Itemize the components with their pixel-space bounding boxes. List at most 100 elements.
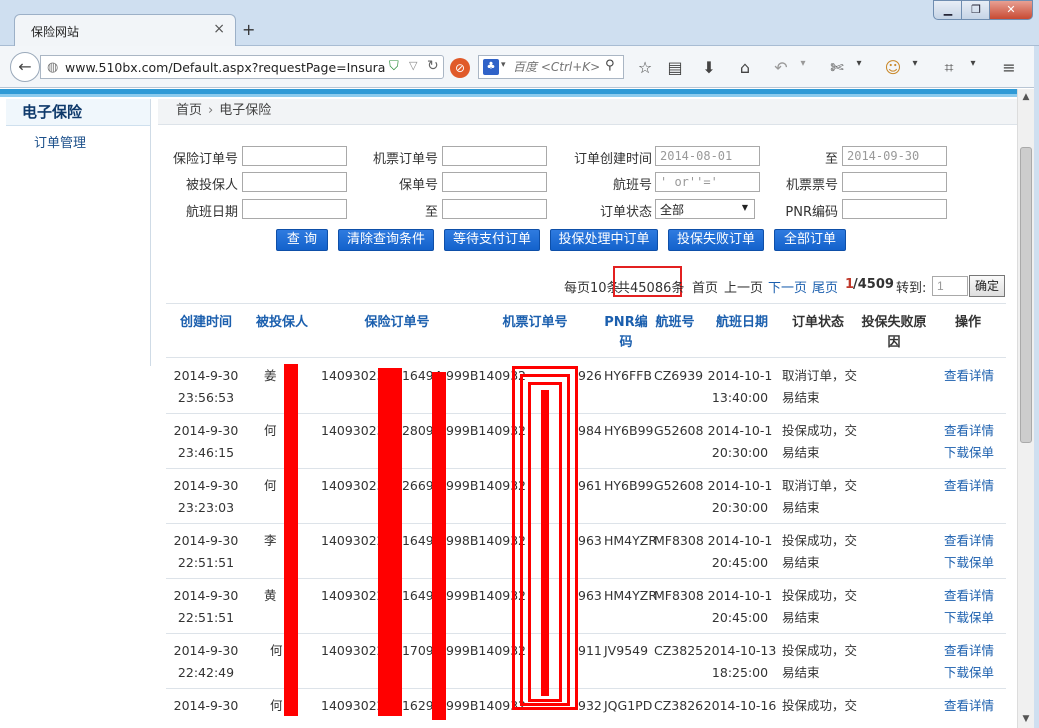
cell-tkt-b: 984	[578, 423, 602, 438]
ticket-no-input[interactable]	[842, 172, 947, 192]
all-orders-button[interactable]: 全部订单	[774, 229, 846, 251]
ticket-order-input[interactable]	[442, 146, 547, 166]
crop-dropdown-icon[interactable]: ▾	[962, 58, 984, 69]
cell-flight-date: 2014-10-1	[707, 478, 773, 493]
sidebar-item-order-management[interactable]: 订单管理	[6, 132, 150, 151]
download-policy-link[interactable]: 下载保单	[944, 442, 994, 464]
pnr-input[interactable]	[842, 199, 947, 219]
cell-date: 2014-9-30	[173, 423, 239, 438]
pager-last[interactable]: 尾页	[812, 277, 838, 296]
failed-orders-button[interactable]: 投保失败订单	[668, 229, 764, 251]
header-insured[interactable]: 被投保人	[250, 313, 314, 333]
cell-date: 2014-9-30	[173, 643, 239, 658]
browser-tab[interactable]: 保险网站 ×	[14, 14, 236, 46]
cell-ins-c: 999B14093	[446, 478, 519, 493]
search-bar[interactable]: ♣ ▾ ⚲	[478, 55, 624, 79]
cell-flight: G52608	[654, 423, 704, 438]
extension-dropdown-icon[interactable]: ▾	[848, 58, 870, 69]
download-policy-link[interactable]: 下载保单	[944, 552, 994, 574]
url-text[interactable]: www.510bx.com/Default.aspx?requestPage=I…	[65, 60, 385, 75]
cell-time: 23:56:53	[177, 390, 235, 405]
pnr-label: PNR编码	[785, 205, 838, 220]
view-details-link[interactable]: 查看详情	[944, 365, 994, 387]
order-status-value: 全部	[660, 203, 685, 217]
download-policy-link[interactable]: 下载保单	[944, 662, 994, 684]
undo-dropdown-icon[interactable]: ▾	[792, 58, 814, 69]
undo-icon[interactable]: ↶	[770, 58, 792, 77]
header-created[interactable]: 创建时间	[174, 313, 238, 333]
home-icon[interactable]: ⌂	[734, 58, 756, 77]
insurance-order-input[interactable]	[242, 146, 347, 166]
tab-close-icon[interactable]: ×	[213, 21, 225, 37]
cell-flight: MF8308	[654, 533, 704, 548]
page-scrollbar[interactable]: ▲ ▼	[1017, 89, 1034, 728]
order-created-to-input[interactable]	[842, 146, 947, 166]
flight-date-from-input[interactable]	[242, 199, 347, 219]
cell-status: 取消订单，交易结束	[782, 368, 858, 405]
insurance-order-label: 保险订单号	[172, 152, 238, 167]
policy-no-input[interactable]	[442, 172, 547, 192]
goto-page-input[interactable]	[932, 276, 968, 296]
maximize-button[interactable]: ❐	[961, 0, 991, 20]
to-label-created: 至	[824, 152, 838, 167]
smiley-icon[interactable]: ☺	[882, 58, 904, 77]
pager-total-pages: /4509	[853, 277, 894, 292]
back-arrow-icon[interactable]: ←	[10, 52, 40, 82]
magnifier-icon[interactable]: ⚲	[605, 58, 615, 73]
view-details-link[interactable]: 查看详情	[944, 420, 994, 442]
engine-dropdown-icon[interactable]: ▾	[501, 60, 506, 70]
smiley-dropdown-icon[interactable]: ▾	[904, 58, 926, 69]
cell-insured: 何	[264, 423, 277, 438]
url-bar[interactable]: ◍ www.510bx.com/Default.aspx?requestPage…	[40, 55, 444, 79]
cell-pnr: HY6FFB	[604, 368, 652, 383]
order-created-label: 订单创建时间	[573, 152, 652, 167]
search-input[interactable]	[513, 59, 603, 75]
url-dropdown-icon[interactable]: ▽	[409, 59, 417, 72]
cell-ins-c: 999B14093	[446, 588, 519, 603]
view-details-link[interactable]: 查看详情	[944, 585, 994, 607]
pager-next[interactable]: 下一页	[768, 277, 807, 296]
download-icon[interactable]: ⬇	[698, 58, 720, 77]
header-ticket-order[interactable]: 机票订单号	[494, 313, 576, 333]
cell-tkt-b: 911	[578, 643, 602, 658]
download-policy-link[interactable]: 下载保单	[944, 607, 994, 629]
block-icon[interactable]: ⊘	[450, 58, 470, 78]
view-details-link[interactable]: 查看详情	[944, 695, 994, 717]
redaction-bar-insurance-order-2	[432, 372, 446, 720]
breadcrumb-home[interactable]: 首页	[176, 103, 202, 118]
header-flight[interactable]: 航班号	[654, 313, 696, 333]
header-flight-date[interactable]: 航班日期	[710, 313, 774, 333]
flight-date-to-input[interactable]	[442, 199, 547, 219]
scroll-up-icon[interactable]: ▲	[1018, 89, 1034, 105]
order-created-from-input[interactable]	[655, 146, 760, 166]
scroll-down-icon[interactable]: ▼	[1018, 711, 1034, 727]
scrollbar-thumb[interactable]	[1020, 147, 1032, 443]
order-status-select[interactable]: 全部 ▼	[655, 199, 755, 219]
goto-ok-button[interactable]: 确定	[969, 275, 1005, 297]
bookmark-star-icon[interactable]: ☆	[634, 58, 656, 77]
reload-icon[interactable]: ↻	[427, 58, 439, 74]
minimize-button[interactable]: ▁	[933, 0, 963, 20]
insured-input[interactable]	[242, 172, 347, 192]
crop-icon[interactable]: ⌗	[938, 58, 960, 78]
view-details-link[interactable]: 查看详情	[944, 530, 994, 552]
processing-orders-button[interactable]: 投保处理中订单	[550, 229, 658, 251]
view-details-link[interactable]: 查看详情	[944, 640, 994, 662]
extension-icon[interactable]: ✄	[826, 58, 848, 77]
shield-icon[interactable]: ⛉	[389, 59, 399, 74]
header-insurance-order[interactable]: 保险订单号	[356, 313, 438, 333]
flight-no-input[interactable]	[655, 172, 760, 192]
baidu-engine-icon[interactable]: ♣	[483, 59, 499, 75]
reading-list-icon[interactable]: ▤	[664, 58, 686, 77]
cell-status: 投保成功，交易结束	[782, 643, 858, 680]
query-button[interactable]: 查 询	[276, 229, 328, 251]
view-details-link[interactable]: 查看详情	[944, 475, 994, 497]
pending-payment-button[interactable]: 等待支付订单	[444, 229, 540, 251]
close-window-button[interactable]: ✕	[989, 0, 1033, 20]
menu-icon[interactable]: ≡	[998, 58, 1020, 77]
new-tab-icon[interactable]: +	[242, 20, 255, 39]
header-pnr[interactable]: PNR编码	[600, 313, 652, 353]
cell-tkt-b: 926	[578, 368, 602, 383]
clear-conditions-button[interactable]: 清除查询条件	[338, 229, 434, 251]
cell-ins-a: 14093023	[321, 423, 385, 438]
